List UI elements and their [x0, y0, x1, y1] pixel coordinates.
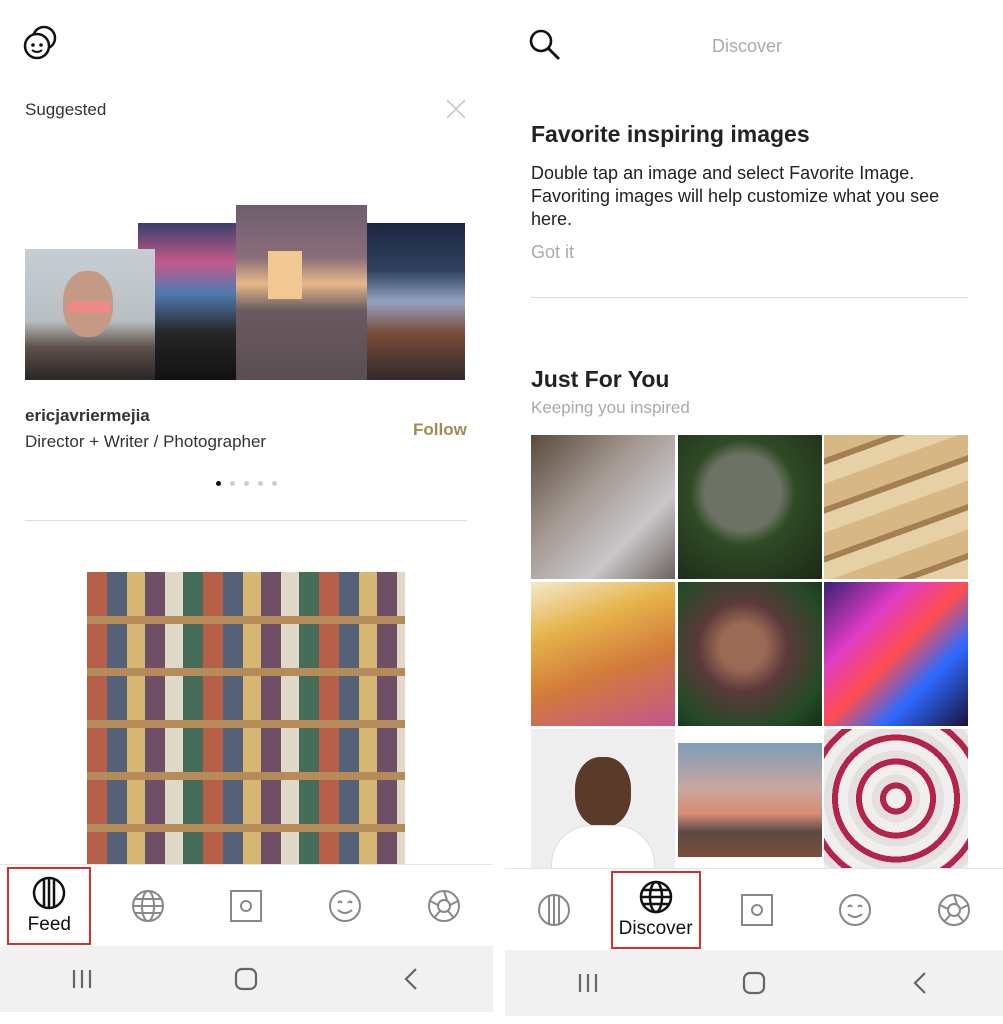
grid-photo[interactable]: [531, 435, 675, 579]
divider: [25, 520, 467, 521]
suggested-collage[interactable]: [25, 205, 467, 380]
pager-dot-active: [216, 481, 221, 486]
pager-dot: [244, 481, 249, 486]
grid-photo[interactable]: [678, 729, 822, 868]
bottom-tab-bar: Discover: [505, 868, 1003, 950]
photo-grid: [531, 435, 968, 868]
tab-smile[interactable]: [303, 867, 387, 945]
tip-title: Favorite inspiring images: [531, 121, 810, 147]
back-button[interactable]: [381, 959, 441, 999]
screen-gap: [493, 0, 505, 1024]
section-title: Just For You: [531, 366, 670, 392]
bottom-tab-bar: Feed: [0, 864, 493, 946]
grid-photo[interactable]: [824, 582, 968, 726]
tab-feed[interactable]: [512, 871, 596, 949]
aperture-icon: [427, 889, 460, 922]
pager-dot: [258, 481, 263, 486]
square-dot-icon: [230, 889, 263, 922]
discover-screen: Discover Favorite inspiring images Doubl…: [505, 0, 1003, 1024]
divider: [531, 297, 968, 298]
collage-photo-bedroom: [236, 205, 367, 380]
grid-photo[interactable]: [824, 729, 968, 868]
globe-icon: [639, 880, 672, 913]
grid-photo[interactable]: [531, 582, 675, 726]
tab-square[interactable]: [715, 871, 799, 949]
home-button[interactable]: [216, 959, 276, 999]
suggested-bio: Director + Writer / Photographer: [25, 432, 267, 451]
system-nav-bar: [505, 950, 1003, 1016]
tip-body: Double tap an image and select Favorite …: [531, 163, 940, 229]
feed-icon: [33, 876, 66, 909]
got-it-button[interactable]: Got it: [531, 242, 574, 263]
tab-smile[interactable]: [813, 871, 897, 949]
search-icon[interactable]: [528, 28, 562, 62]
grid-photo[interactable]: [824, 435, 968, 579]
tab-square[interactable]: [204, 867, 288, 945]
system-nav-bar: [0, 946, 493, 1012]
back-button[interactable]: [890, 963, 950, 1003]
grid-photo[interactable]: [678, 435, 822, 579]
tab-feed[interactable]: Feed: [7, 866, 92, 945]
feed-screen: Suggested ericjavriermejia Director + Wr…: [0, 0, 493, 1024]
suggested-label: Suggested: [25, 100, 107, 119]
close-icon[interactable]: [444, 97, 468, 121]
suggested-username[interactable]: ericjavriermejia: [25, 406, 150, 426]
follow-button[interactable]: Follow: [413, 420, 467, 440]
header-title: Discover: [712, 36, 783, 56]
tab-label: Feed: [27, 913, 71, 935]
recents-button[interactable]: [558, 963, 618, 1003]
collage-photo-face: [25, 249, 155, 380]
smile-icon: [839, 893, 872, 926]
pager-dot: [230, 481, 235, 486]
section-subtitle: Keeping you inspired: [531, 398, 690, 417]
tab-discover[interactable]: Discover: [610, 870, 701, 949]
smile-icon: [329, 889, 362, 922]
grid-photo[interactable]: [531, 729, 675, 868]
feed-icon: [538, 893, 571, 926]
home-button[interactable]: [724, 963, 784, 1003]
recents-button[interactable]: [52, 959, 112, 999]
collage-photo-diner: [367, 223, 465, 380]
tab-aperture[interactable]: [402, 867, 486, 945]
tab-label: Discover: [618, 917, 693, 939]
tab-aperture[interactable]: [912, 871, 996, 949]
tab-discover[interactable]: [106, 867, 190, 945]
aperture-icon: [937, 893, 970, 926]
pager-dot: [272, 481, 277, 486]
globe-icon: [131, 889, 164, 922]
grid-photo[interactable]: [678, 582, 822, 726]
feed-photo-records[interactable]: [87, 572, 405, 864]
profile-icon[interactable]: [22, 24, 60, 62]
pager-dots: [216, 481, 277, 486]
square-dot-icon: [740, 893, 773, 926]
